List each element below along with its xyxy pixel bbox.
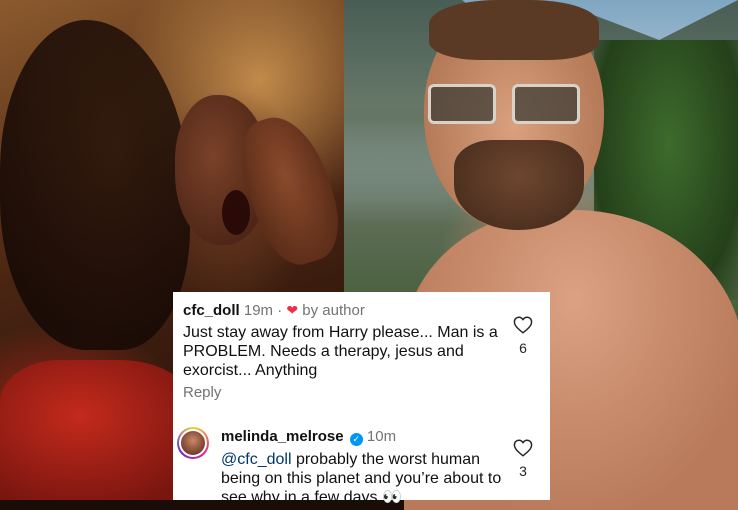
photo-mouth bbox=[222, 190, 250, 235]
verified-badge-icon: ✓ bbox=[349, 433, 363, 446]
comment-timestamp: 10m bbox=[366, 428, 397, 445]
comments-panel: cfc_doll 19m · ❤ by author Just stay awa… bbox=[173, 292, 550, 506]
comment: cfc_doll 19m · ❤ by author Just stay awa… bbox=[173, 292, 550, 410]
photo-hand bbox=[228, 106, 352, 274]
photo-sunglasses bbox=[424, 80, 584, 124]
comment-like-column: 3 bbox=[510, 439, 536, 479]
avatar[interactable] bbox=[177, 427, 209, 459]
comment-text: @cfc_doll probably the worst human being… bbox=[221, 450, 504, 507]
comment-meta: melinda_melrose ✓ 10m bbox=[221, 428, 396, 446]
reply-button[interactable]: Reply bbox=[183, 384, 221, 401]
photo-lens-left bbox=[428, 84, 496, 124]
heart-outline-icon[interactable] bbox=[510, 316, 536, 334]
comment-username[interactable]: melinda_melrose bbox=[221, 428, 344, 445]
meta-separator: · bbox=[277, 302, 283, 319]
liked-by-author-heart-icon: ❤ bbox=[286, 302, 299, 318]
comment-meta: cfc_doll 19m · ❤ by author bbox=[183, 301, 365, 320]
photo-beard bbox=[454, 140, 584, 230]
like-count: 3 bbox=[519, 463, 527, 479]
comment-timestamp: 19m bbox=[243, 302, 274, 319]
comment-mention[interactable]: @cfc_doll bbox=[221, 451, 292, 468]
photo-shirt bbox=[0, 360, 200, 500]
heart-outline-icon[interactable] bbox=[510, 439, 536, 457]
liked-by-author-label: by author bbox=[302, 302, 365, 319]
comment-username[interactable]: cfc_doll bbox=[183, 302, 240, 319]
comment-text: Just stay away from Harry please... Man … bbox=[183, 324, 498, 379]
photo-lens-right bbox=[512, 84, 580, 124]
like-count: 6 bbox=[519, 340, 527, 356]
photo-hair bbox=[0, 20, 190, 350]
comment-like-column: 6 bbox=[510, 316, 536, 356]
comment: melinda_melrose ✓ 10m @cfc_doll probably… bbox=[173, 419, 550, 506]
avatar-image bbox=[179, 429, 207, 457]
photo-hair-top bbox=[429, 0, 599, 60]
